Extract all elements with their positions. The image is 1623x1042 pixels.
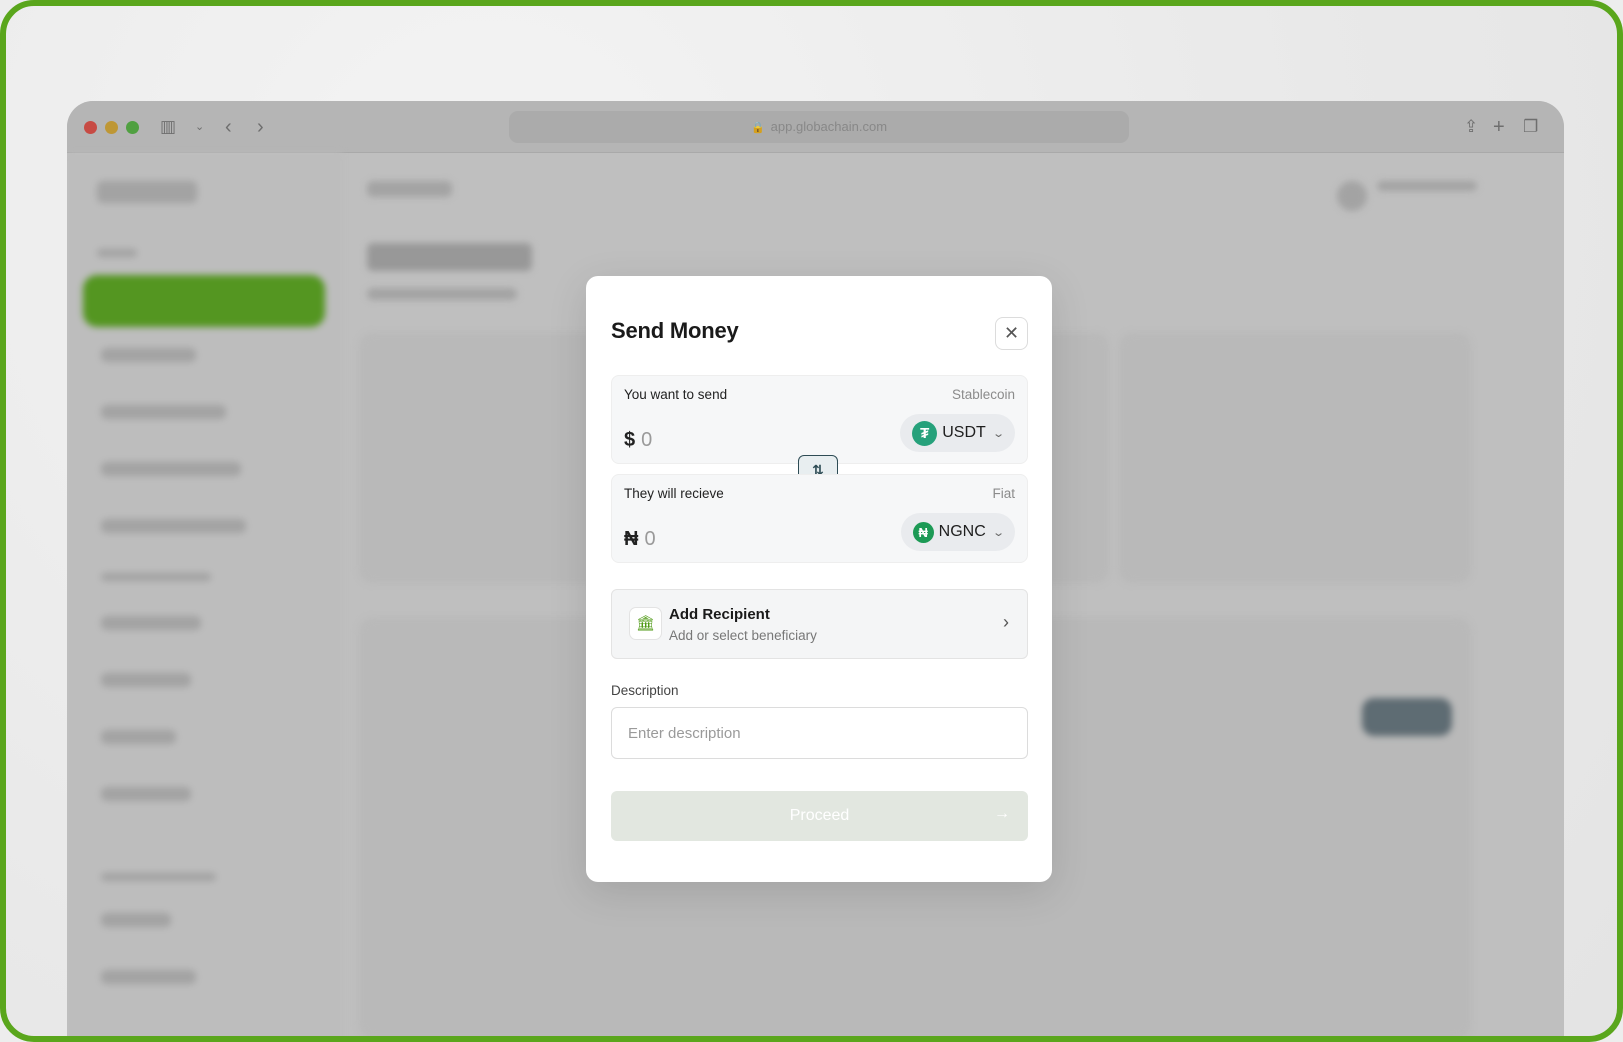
send-token-select[interactable]: ₮ USDT ⌄ xyxy=(900,414,1015,452)
close-button[interactable]: ✕ xyxy=(995,317,1028,350)
receive-token-select[interactable]: ₦ NGNC ⌄ xyxy=(900,513,1015,551)
receive-token-label: NGNC xyxy=(938,523,986,540)
modal-title: Send Money xyxy=(611,318,739,343)
receive-amount-field[interactable]: ₦ 0 xyxy=(624,528,656,551)
chevron-down-icon: ⌄ xyxy=(991,427,1005,440)
proceed-button[interactable]: Proceed → xyxy=(611,791,1028,841)
close-icon: ✕ xyxy=(1003,323,1020,343)
naira-icon: ₦ xyxy=(912,521,934,543)
send-label: You want to send xyxy=(624,387,728,402)
arrow-right-icon: → xyxy=(994,805,1010,822)
proceed-label: Proceed xyxy=(789,807,850,824)
receive-amount-value: 0 xyxy=(644,528,656,550)
recipient-title: Add Recipient xyxy=(669,606,770,623)
send-amount-value: 0 xyxy=(641,429,653,451)
chevron-right-icon: › xyxy=(1003,612,1009,632)
add-recipient-button[interactable]: 🏛 Add Recipient Add or select beneficiar… xyxy=(611,589,1028,659)
dollar-symbol: $ xyxy=(624,429,636,451)
send-kind: Stablecoin xyxy=(951,387,1015,402)
send-money-modal: Send Money ✕ You want to send Stablecoin… xyxy=(586,276,1052,882)
receive-label: They will recieve xyxy=(624,486,724,501)
device-frame: ▥ ⌄ ‹ › 🔒 app.globachain.com ⇪ + ❐ Send … xyxy=(0,0,1623,1042)
chevron-down-icon: ⌄ xyxy=(991,526,1005,539)
send-amount-field[interactable]: $0 xyxy=(624,429,652,452)
description-label: Description xyxy=(611,683,679,698)
naira-symbol: ₦ xyxy=(624,528,639,550)
receive-panel: They will recieve Fiat ₦ 0 ₦ NGNC ⌄ xyxy=(611,474,1028,563)
send-token-label: USDT xyxy=(942,424,986,441)
description-input[interactable] xyxy=(611,707,1028,759)
recipient-subtitle: Add or select beneficiary xyxy=(669,628,817,643)
receive-kind: Fiat xyxy=(992,486,1015,501)
tether-icon: ₮ xyxy=(912,420,938,446)
bank-icon: 🏛 xyxy=(629,607,662,640)
send-panel: You want to send Stablecoin $0 ₮ USDT ⌄ xyxy=(611,375,1028,464)
